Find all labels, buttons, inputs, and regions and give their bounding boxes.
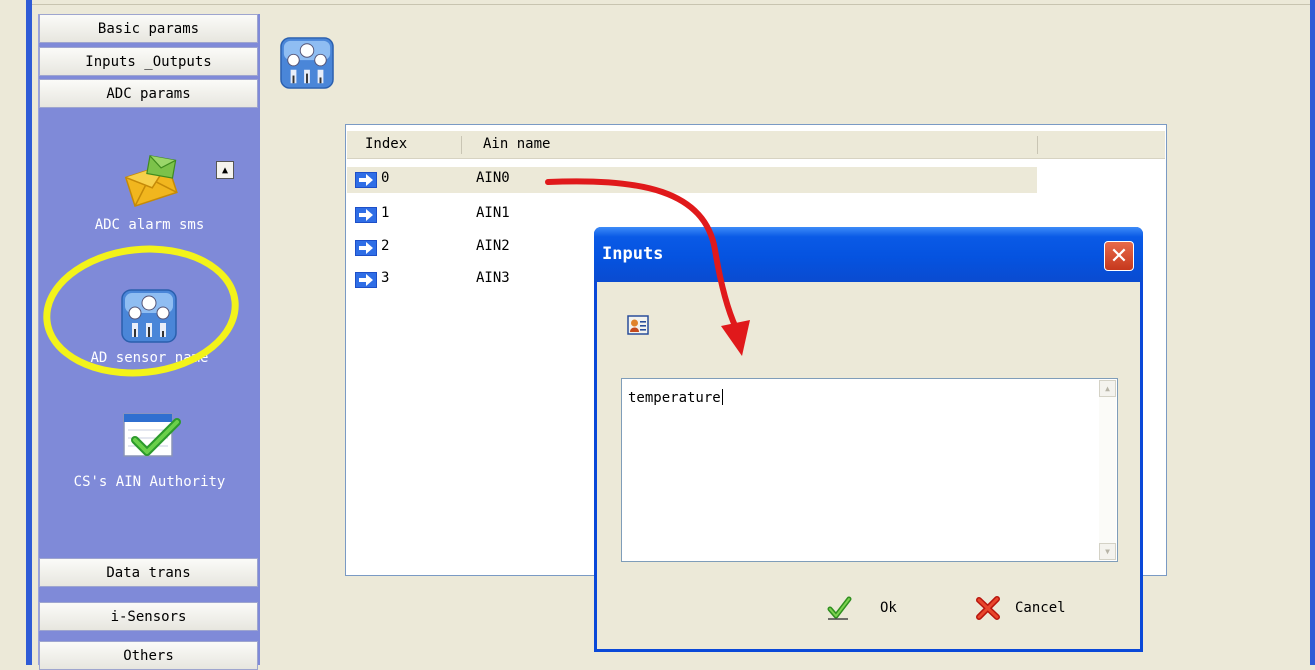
sidebar-button-adc-params[interactable]: ADC params [39, 79, 258, 108]
sidebar-item-label: AD sensor name [90, 350, 209, 366]
name-text-value: temperature [628, 390, 721, 406]
list-header: Index Ain name [347, 131, 1165, 159]
row-index: 1 [381, 205, 390, 221]
row-ain-name: AIN2 [476, 238, 510, 254]
sidebar-item-adc-alarm-sms[interactable]: ADC alarm sms [39, 154, 260, 244]
column-separator[interactable] [461, 136, 462, 154]
row-index: 3 [381, 270, 390, 286]
arrow-right-icon [355, 172, 377, 188]
sidebar: Basic params Inputs _Outputs ADC params … [36, 14, 260, 670]
window-frame-left [26, 0, 32, 665]
sidebar-button-others[interactable]: Others [39, 641, 258, 670]
window-frame-top [32, 0, 1310, 5]
close-button[interactable]: ✕ [1104, 241, 1134, 271]
dialog-title-bar[interactable]: Inputs ✕ [594, 227, 1143, 282]
column-header-index[interactable]: Index [365, 131, 407, 158]
sidebar-item-ad-sensor-name[interactable]: AD sensor name [39, 289, 260, 380]
text-caret [721, 389, 723, 405]
sidebar-item-label: ADC alarm sms [94, 217, 205, 233]
close-icon: ✕ [1109, 243, 1129, 269]
cancel-button-label: Cancel [1015, 600, 1066, 616]
ad-sensor-icon [121, 289, 177, 343]
ok-button-label: Ok [880, 600, 897, 616]
red-x-icon [976, 596, 1000, 620]
text-area-scrollbar[interactable]: ▲ ▼ [1099, 380, 1116, 560]
table-row[interactable]: 0 AIN0 [347, 167, 1037, 193]
row-index: 0 [381, 170, 390, 186]
dialog-title: Inputs [602, 244, 664, 264]
contact-card-icon[interactable] [627, 314, 649, 336]
inputs-dialog: Inputs ✕ temperature ▲ ▼ Ok Cancel [594, 227, 1143, 652]
arrow-right-icon [355, 207, 377, 223]
name-text-area[interactable]: temperature ▲ ▼ [621, 378, 1118, 562]
table-row[interactable]: 1 AIN1 [347, 202, 1037, 228]
checkmark-icon [827, 596, 852, 620]
checkmark-calendar-icon [123, 413, 181, 457]
scroll-up-icon[interactable]: ▲ [1099, 380, 1116, 397]
sidebar-item-cs-ain-authority[interactable]: CS's AIN Authority [39, 410, 260, 500]
arrow-right-icon [355, 240, 377, 256]
sidebar-item-label: CS's AIN Authority [73, 474, 226, 490]
sidebar-adc-panel: ▲ ADC alarm sms AD sensor name CS's AIN … [36, 140, 260, 573]
arrow-right-icon [355, 272, 377, 288]
row-ain-name: AIN0 [476, 170, 510, 186]
cancel-button[interactable]: Cancel [975, 593, 1105, 623]
window-frame-right [1310, 0, 1315, 665]
sidebar-button-basic-params[interactable]: Basic params [39, 14, 258, 43]
column-separator[interactable] [1037, 136, 1038, 154]
ok-button[interactable]: Ok [826, 593, 936, 623]
row-index: 2 [381, 238, 390, 254]
envelope-icon [124, 155, 178, 207]
sidebar-button-inputs-outputs[interactable]: Inputs _Outputs [39, 47, 258, 76]
sidebar-button-i-sensors[interactable]: i-Sensors [39, 602, 258, 631]
sidebar-button-data-trans[interactable]: Data trans [39, 558, 258, 587]
row-ain-name: AIN1 [476, 205, 510, 221]
row-ain-name: AIN3 [476, 270, 510, 286]
scroll-down-icon[interactable]: ▼ [1099, 543, 1116, 560]
ad-sensor-icon [280, 37, 334, 89]
column-header-ain-name[interactable]: Ain name [483, 131, 550, 158]
